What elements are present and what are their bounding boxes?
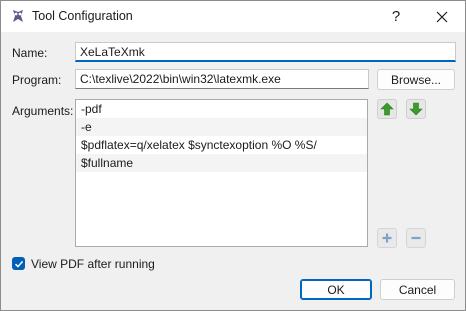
title-bar: Tool Configuration ?: [1, 1, 465, 32]
argument-item[interactable]: $fullname: [76, 154, 367, 172]
arguments-label: Arguments:: [12, 104, 74, 118]
close-icon: [436, 11, 448, 22]
view-pdf-label[interactable]: View PDF after running: [31, 257, 155, 271]
move-down-button[interactable]: [406, 99, 426, 119]
plus-icon: [382, 233, 392, 243]
program-field[interactable]: C:\texlive\2022\bin\win32\latexmk.exe: [75, 69, 369, 89]
app-icon: [13, 10, 23, 22]
arrow-down-icon: [409, 102, 423, 116]
dialog-title: Tool Configuration: [32, 9, 133, 23]
move-up-button[interactable]: [377, 99, 397, 119]
name-field[interactable]: XeLaTeXmk: [75, 42, 456, 62]
add-argument-button[interactable]: [377, 228, 397, 248]
arrow-up-icon: [380, 102, 394, 116]
help-button[interactable]: ?: [373, 1, 419, 32]
minus-icon: [411, 236, 421, 240]
program-label: Program:: [12, 73, 62, 87]
argument-item[interactable]: -e: [76, 118, 367, 136]
argument-item[interactable]: -pdf: [76, 100, 367, 118]
name-label: Name:: [12, 46, 48, 60]
check-icon: [14, 260, 23, 268]
browse-button[interactable]: Browse...: [377, 69, 455, 90]
close-button[interactable]: [419, 1, 465, 32]
remove-argument-button[interactable]: [406, 228, 426, 248]
arguments-list[interactable]: -pdf -e $pdflatex=q/xelatex $synctexopti…: [75, 99, 368, 247]
tool-configuration-dialog: Tool Configuration ? Name: XeLaTeXmk Pro…: [0, 0, 466, 311]
argument-item[interactable]: $pdflatex=q/xelatex $synctexoption %O %S…: [76, 136, 367, 154]
cancel-button[interactable]: Cancel: [380, 279, 455, 300]
ok-button[interactable]: OK: [300, 279, 372, 300]
view-pdf-checkbox[interactable]: [12, 257, 25, 270]
